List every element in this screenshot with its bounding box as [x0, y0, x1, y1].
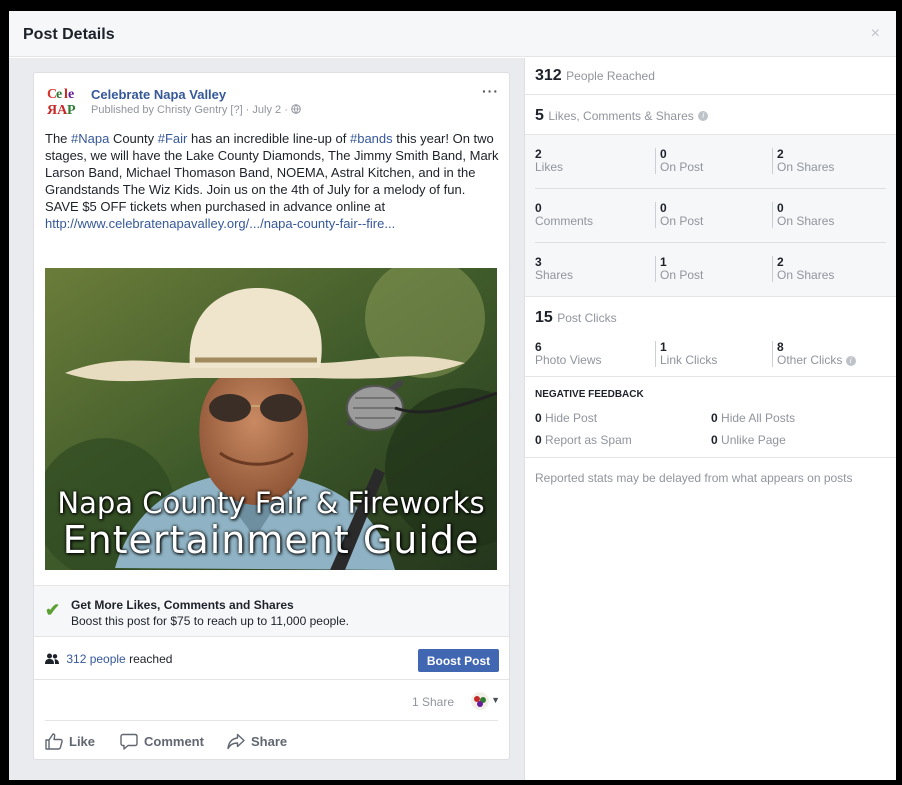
likes-row: 2 Likes 0 On Post 2 On Shares — [535, 135, 886, 189]
negative-feedback-section: NEGATIVE FEEDBACK 0 Hide Post 0 Hide All… — [525, 377, 896, 458]
post-photo[interactable]: Napa County Fair & Fireworks Entertainme… — [45, 268, 497, 570]
page-logo[interactable]: C e l e ЯA P — [45, 83, 85, 118]
post-text-segment: County — [109, 131, 158, 146]
people-reached-label: People Reached — [566, 69, 655, 83]
dialog-header: Post Details × — [9, 11, 896, 57]
people-icon — [45, 652, 66, 666]
share-icon — [227, 733, 245, 750]
post-message: The #Napa County #Fair has an incredible… — [45, 130, 501, 232]
comment-action-button[interactable]: Comment — [120, 733, 204, 750]
engagement-header: 5 Likes, Comments & Shares i — [525, 95, 896, 135]
reach-suffix: reached — [125, 652, 173, 666]
close-icon[interactable]: × — [871, 26, 880, 42]
post-card: C e l e ЯA P Celebrate Napa Valley Publi… — [33, 72, 510, 760]
comment-icon — [120, 733, 138, 750]
post-preview-pane: C e l e ЯA P Celebrate Napa Valley Publi… — [9, 58, 524, 780]
engagement-value: 5 — [535, 107, 544, 124]
hashtag-napa[interactable]: #Napa — [71, 131, 109, 146]
shares-on-post: 1 On Post — [655, 256, 703, 282]
comments-on-post: 0 On Post — [655, 202, 703, 228]
engagement-breakdown: 2 Likes 0 On Post 2 On Shares 0 Comments 0 On… — [525, 135, 896, 297]
share-count-link[interactable]: 1 Share — [412, 695, 454, 709]
engagement-total: 5 Likes, Comments & Shares i — [535, 107, 709, 125]
svg-text:e: e — [68, 87, 74, 102]
hashtag-bands[interactable]: #bands — [350, 131, 393, 146]
boost-suggestion-body: Boost this post for $75 to reach up to 1… — [71, 614, 349, 628]
info-icon[interactable]: i — [698, 110, 709, 121]
reach-summary: 312 people reached — [45, 652, 172, 666]
hide-post-stat: 0 Hide Post — [535, 411, 598, 425]
likes-on-shares: 2 On Shares — [772, 148, 834, 174]
post-meta: Published by Christy Gentry [?] · July 2… — [91, 104, 301, 116]
unlike-page-stat: 0 Unlike Page — [711, 433, 786, 447]
shares-total: 3 Shares — [535, 255, 574, 282]
negative-feedback-title: NEGATIVE FEEDBACK — [535, 389, 644, 400]
thumbs-up-icon — [45, 733, 63, 750]
report-spam-stat: 0 Report as Spam — [535, 433, 632, 447]
post-clicks-label: Post Clicks — [557, 311, 617, 325]
other-clicks-label: Other Clicks — [777, 353, 843, 367]
people-reached-section: 312 People Reached — [525, 58, 896, 95]
svg-text:ЯA: ЯA — [47, 103, 68, 117]
shares-row: 3 Shares 1 On Post 2 On Shares — [535, 243, 886, 297]
boost-post-button[interactable]: Boost Post — [418, 649, 499, 672]
photo-views: 6 Photo Views — [535, 340, 602, 367]
page-name-link[interactable]: Celebrate Napa Valley — [91, 87, 226, 102]
other-clicks: 8 Other Clicks i — [772, 341, 856, 367]
people-reached: 312 People Reached — [535, 67, 655, 85]
comments-total: 0 Comments — [535, 201, 594, 228]
image-caption-line2: Entertainment Guide — [62, 518, 480, 562]
info-icon[interactable]: i — [845, 355, 856, 366]
post-clicks-value: 15 — [535, 309, 553, 326]
post-text-segment: has an incredible line-up of — [187, 131, 350, 146]
post-clicks-section: 15 Post Clicks 6 Photo Views 1 Link Clicks… — [525, 297, 896, 377]
hashtag-fair[interactable]: #Fair — [158, 131, 188, 146]
globe-icon — [291, 104, 301, 116]
boost-suggestion-title: Get More Likes, Comments and Shares — [71, 598, 294, 612]
comments-on-shares: 0 On Shares — [772, 202, 834, 228]
chevron-down-icon[interactable]: ▼ — [491, 695, 500, 705]
shares-on-shares: 2 On Shares — [772, 256, 834, 282]
post-details-dialog: Post Details × C e l e ЯA P Celebrate Na… — [9, 11, 896, 780]
post-url-link[interactable]: http://www.celebratenapavalley.org/.../n… — [45, 216, 395, 231]
like-action-button[interactable]: Like — [45, 733, 95, 750]
checkmark-icon: ✔ — [45, 600, 61, 620]
post-stats-pane: 312 People Reached 5 Likes, Comments & S… — [524, 58, 896, 780]
stats-note-section: Reported stats may be delayed from what … — [525, 458, 896, 498]
share-action-button[interactable]: Share — [227, 733, 287, 750]
hide-all-posts-stat: 0 Hide All Posts — [711, 411, 796, 425]
people-reached-value: 312 — [535, 67, 562, 84]
post-actions: Like Comment Share — [45, 720, 498, 759]
boost-suggestion: ✔ Get More Likes, Comments and Shares Bo… — [34, 585, 509, 637]
share-count-row: 1 Share ▼ — [34, 680, 509, 720]
page-avatar-selector-icon[interactable] — [471, 692, 489, 710]
post-clicks-total: 15 Post Clicks — [535, 309, 617, 327]
comments-row: 0 Comments 0 On Post 0 On Shares — [535, 189, 886, 243]
image-caption-line1: Napa County Fair & Fireworks — [57, 486, 485, 520]
more-options-icon[interactable]: ··· — [482, 83, 499, 99]
reach-row: 312 people reached Boost Post — [34, 637, 509, 680]
engagement-label: Likes, Comments & Shares — [548, 109, 694, 123]
svg-text:P: P — [67, 103, 76, 117]
stats-delay-note: Reported stats may be delayed from what … — [535, 471, 853, 485]
reach-count-link[interactable]: 312 people — [66, 652, 125, 666]
dialog-title: Post Details — [23, 26, 115, 43]
likes-on-post: 0 On Post — [655, 148, 703, 174]
comment-label: Comment — [144, 734, 204, 749]
post-text-segment: The — [45, 131, 72, 146]
link-clicks: 1 Link Clicks — [655, 341, 717, 367]
share-label: Share — [251, 734, 288, 749]
svg-text:e: e — [56, 87, 62, 102]
like-label: Like — [69, 734, 96, 749]
likes-total: 2 Likes — [535, 147, 564, 174]
publisher-info: Published by Christy Gentry [?] · July 2… — [91, 104, 291, 116]
